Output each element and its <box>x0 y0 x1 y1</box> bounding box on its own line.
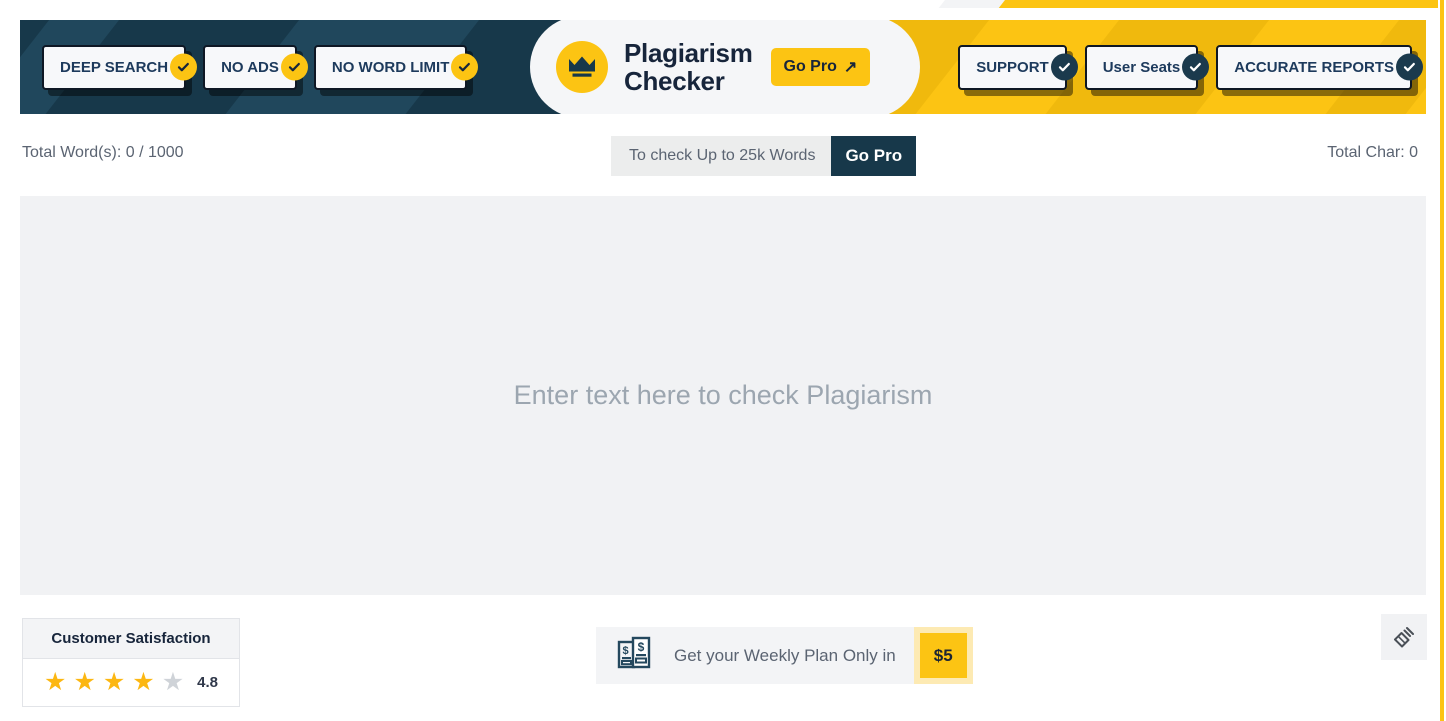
feature-pill-label: SUPPORT <box>976 58 1049 76</box>
upsell-banner: To check Up to 25k Words Go Pro <box>611 136 917 176</box>
crown-icon <box>556 41 608 93</box>
stats-bar: Total Word(s): 0 / 1000 To check Up to 2… <box>0 130 1440 182</box>
text-input-area[interactable]: Enter text here to check Plagiarism <box>20 196 1426 595</box>
logo-capsule: Plagiarism Checker Go Pro ↗ <box>530 20 920 114</box>
eraser-icon[interactable] <box>1381 614 1427 660</box>
page-title: Plagiarism Checker <box>624 37 753 96</box>
feature-pill-accurate-reports[interactable]: ACCURATE REPORTS <box>1216 44 1423 90</box>
feature-pill-user-seats[interactable]: User Seats <box>1084 44 1210 90</box>
text-input-placeholder: Enter text here to check Plagiarism <box>513 380 933 410</box>
app-header: DEEP SEARCH NO ADS NO WORD LIMIT Plagiar… <box>20 20 1426 114</box>
feature-pill-no-word-limit[interactable]: NO WORD LIMIT <box>313 44 479 90</box>
feature-pill-label: NO ADS <box>221 58 279 76</box>
check-icon <box>451 53 479 81</box>
arrow-up-right-icon: ↗ <box>843 59 858 76</box>
weekly-plan-price-button[interactable]: $5 <box>919 633 967 678</box>
feature-pill-deep-search[interactable]: DEEP SEARCH <box>42 44 198 90</box>
feature-pill-label: DEEP SEARCH <box>60 58 169 76</box>
check-icon <box>280 53 308 81</box>
scrollbar-thumb[interactable] <box>1440 0 1444 721</box>
go-pro-header-label: Go Pro <box>783 58 837 75</box>
scrollbar-track <box>1438 0 1446 721</box>
top-accent-notch <box>938 0 1005 8</box>
money-bills-icon: $ $ <box>616 634 654 677</box>
star-icon: ★ <box>132 668 155 696</box>
feature-pill-label: User Seats <box>1102 58 1181 76</box>
feature-pill-support[interactable]: SUPPORT <box>958 44 1078 90</box>
go-pro-header-button[interactable]: Go Pro ↗ <box>770 48 871 86</box>
top-accent-strip <box>938 0 1446 8</box>
header-right-features: SUPPORT User Seats ACCURATE REPORTS <box>958 20 1423 114</box>
total-chars-counter: Total Char: 0 <box>1327 144 1418 161</box>
check-icon <box>170 53 198 81</box>
weekly-plan-banner[interactable]: $ $ Get your Weekly Plan Only in $5 <box>596 627 973 684</box>
weekly-plan-main: $ $ Get your Weekly Plan Only in <box>596 627 914 684</box>
feature-pill-label: NO WORD LIMIT <box>331 58 450 76</box>
weekly-plan-text: Get your Weekly Plan Only in <box>674 645 896 665</box>
weekly-plan-price-wrap: $5 <box>913 627 973 684</box>
star-icon: ★ <box>44 668 67 696</box>
star-icon: ★ <box>161 668 185 696</box>
header-left-features: DEEP SEARCH NO ADS NO WORD LIMIT <box>42 20 479 114</box>
upsell-text: To check Up to 25k Words <box>629 147 816 164</box>
total-words-counter: Total Word(s): 0 / 1000 <box>22 144 184 161</box>
star-icon: ★ <box>102 668 126 696</box>
plagiarism-checker-page: DEEP SEARCH NO ADS NO WORD LIMIT Plagiar… <box>0 0 1446 721</box>
rating-value: 4.8 <box>197 674 218 691</box>
check-icon <box>1050 53 1078 81</box>
check-icon <box>1182 53 1210 81</box>
customer-satisfaction-title: Customer Satisfaction <box>23 619 239 659</box>
rating-row: ★ ★ ★ ★ ★ 4.8 <box>23 659 239 706</box>
feature-pill-no-ads[interactable]: NO ADS <box>203 44 308 90</box>
customer-satisfaction-card: Customer Satisfaction ★ ★ ★ ★ ★ 4.8 <box>22 618 240 707</box>
feature-pill-label: ACCURATE REPORTS <box>1234 58 1394 76</box>
svg-text:$: $ <box>622 645 628 657</box>
svg-text:$: $ <box>638 640 645 654</box>
check-icon <box>1396 53 1423 81</box>
go-pro-upsell-button[interactable]: Go Pro <box>831 136 917 176</box>
star-icon: ★ <box>73 668 96 696</box>
